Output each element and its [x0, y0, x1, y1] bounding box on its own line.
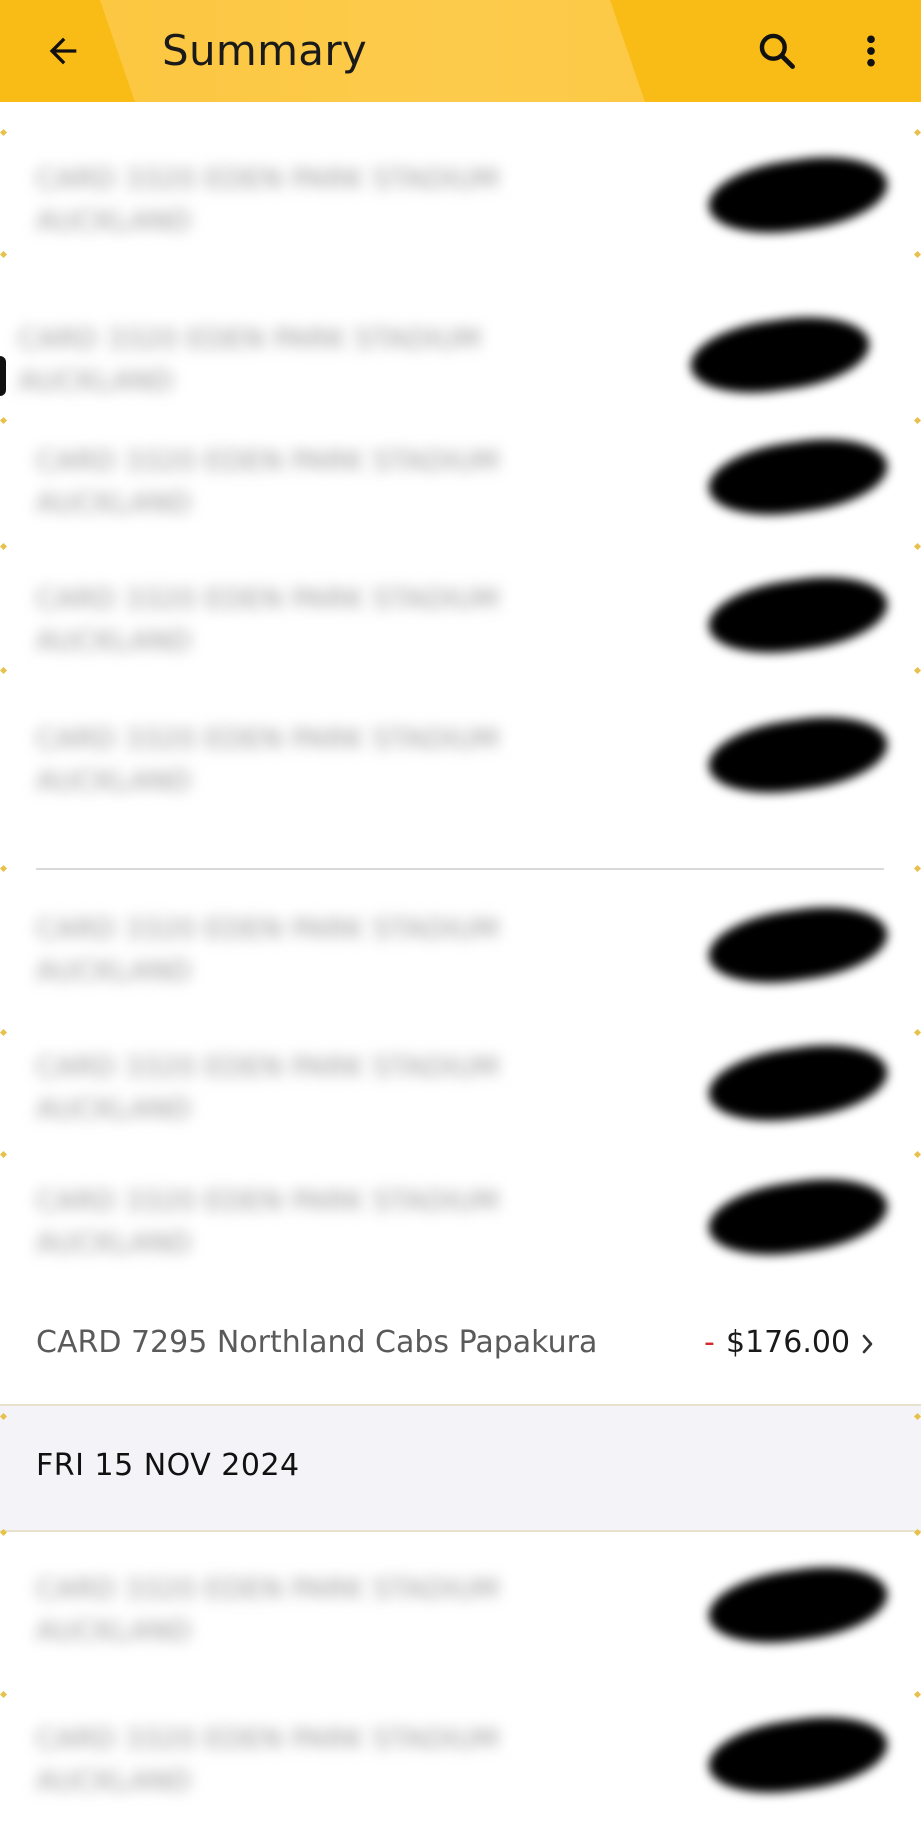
- transaction-amount-redacted: [704, 567, 892, 663]
- search-icon: [759, 33, 795, 69]
- chevron-right-icon: [862, 1334, 873, 1354]
- transaction-description-redacted: CARD 3320 EDEN PARK STADIUM AUCKLAND: [36, 1572, 499, 1647]
- transaction-description: CARD 7295 Northland Cabs Papakura: [36, 1325, 598, 1360]
- edge-decoration: [0, 542, 8, 551]
- edge-marker: [0, 356, 6, 396]
- page-title: Summary: [162, 26, 368, 75]
- transaction-amount: $176.00: [726, 1325, 851, 1360]
- edge-decoration: [0, 864, 8, 873]
- transaction-amount-redacted: [704, 707, 892, 803]
- edge-decoration: [0, 416, 8, 425]
- search-button[interactable]: [742, 16, 812, 86]
- transaction-description-redacted: CARD 3320 EDEN PARK STADIUM AUCKLAND: [36, 1722, 499, 1797]
- edge-decoration: [913, 1690, 921, 1699]
- edge-decoration: [0, 1028, 8, 1037]
- edge-decoration: [913, 250, 921, 259]
- app-bar: Summary: [0, 0, 921, 102]
- transaction-amount-redacted: [704, 1035, 892, 1131]
- edge-decoration: [913, 1150, 921, 1159]
- date-label: FRI 15 NOV 2024: [36, 1448, 300, 1483]
- back-button[interactable]: [28, 16, 98, 86]
- edge-decoration: [913, 542, 921, 551]
- transaction-description-redacted: CARD 3320 EDEN PARK STADIUM AUCKLAND: [36, 444, 499, 519]
- transaction-amount-redacted: [704, 1707, 892, 1803]
- transaction-description-redacted: CARD 3320 EDEN PARK STADIUM AUCKLAND: [36, 582, 499, 657]
- edge-decoration: [0, 1150, 8, 1159]
- transaction-description-redacted: CARD 3320 EDEN PARK STADIUM AUCKLAND: [36, 912, 499, 987]
- transaction-amount-redacted: [704, 147, 892, 243]
- edge-decoration: [913, 666, 921, 675]
- edge-decoration: [913, 416, 921, 425]
- date-section-header: FRI 15 NOV 2024: [0, 1404, 921, 1532]
- more-vertical-icon: [867, 35, 875, 67]
- edge-decoration: [913, 864, 921, 873]
- list-divider: [36, 868, 884, 870]
- transaction-description-redacted: CARD 3320 EDEN PARK STADIUM AUCKLAND: [18, 322, 481, 397]
- edge-decoration: [0, 666, 8, 675]
- edge-decoration: [0, 250, 8, 259]
- transaction-amount-redacted: [686, 307, 874, 403]
- edge-decoration: [0, 128, 8, 137]
- transaction-amount-redacted: [704, 897, 892, 993]
- debit-sign: -: [704, 1325, 715, 1360]
- transaction-amount-redacted: [704, 429, 892, 525]
- transaction-row-northland-cabs[interactable]: CARD 7295 Northland Cabs Papakura - $176…: [0, 1308, 921, 1378]
- transaction-amount-redacted: [704, 1557, 892, 1653]
- transaction-description-redacted: CARD 3320 EDEN PARK STADIUM AUCKLAND: [36, 162, 499, 237]
- edge-decoration: [913, 128, 921, 137]
- edge-decoration: [913, 1028, 921, 1037]
- transaction-amount-redacted: [704, 1169, 892, 1265]
- transaction-description-redacted: CARD 3320 EDEN PARK STADIUM AUCKLAND: [36, 722, 499, 797]
- more-options-button[interactable]: [836, 16, 906, 86]
- transaction-description-redacted: CARD 3320 EDEN PARK STADIUM AUCKLAND: [36, 1184, 499, 1259]
- transaction-description-redacted: CARD 3320 EDEN PARK STADIUM AUCKLAND: [36, 1050, 499, 1125]
- edge-decoration: [0, 1690, 8, 1699]
- arrow-left-icon: [49, 37, 77, 65]
